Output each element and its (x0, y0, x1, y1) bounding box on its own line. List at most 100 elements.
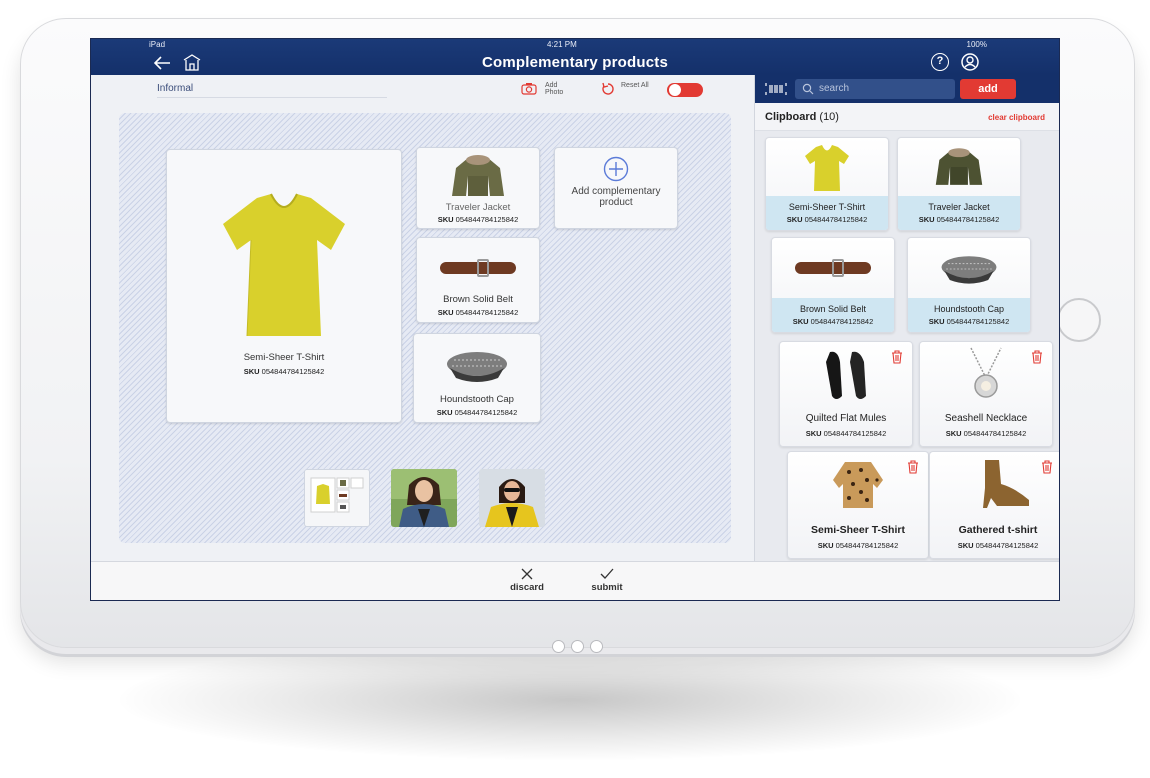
complementary-product-sku: SKU 054844784125842 (437, 308, 519, 317)
model-photo-yellow (479, 469, 545, 527)
clipboard-panel: search add Clipboard (10) clear clipboar… (754, 75, 1059, 561)
tshirt-image (805, 145, 849, 191)
complementary-product-card[interactable]: Traveler Jacket SKU 054844784125842 (416, 147, 540, 229)
clipboard-item-sku: SKU 054844784125842 (805, 429, 887, 438)
clipboard-item-name: Brown Solid Belt (799, 304, 867, 314)
necklace-image (970, 347, 1002, 398)
status-bar: iPad 4:21 PM 100% (91, 40, 1059, 50)
clipboard-item-sku: SKU 054844784125842 (918, 215, 1000, 224)
look-toolbar: Informal Add Photo Reset All (91, 75, 754, 105)
battery-level: 100% (966, 40, 987, 49)
clipboard-item[interactable]: Seashell Necklace SKU 054844784125842 (919, 341, 1053, 447)
clipboard-item-sku: SKU 054844784125842 (945, 429, 1027, 438)
search-icon (802, 83, 814, 95)
clipboard-item-sku: SKU 054844784125842 (957, 541, 1039, 550)
app-screen: iPad 4:21 PM 100% Complementary products… (90, 38, 1060, 601)
clipboard-item[interactable]: Gathered t-shirt SKU 054844784125842 (929, 451, 1059, 559)
clipboard-item-name: Gathered t-shirt (958, 524, 1038, 536)
complementary-product-sku: SKU 054844784125842 (436, 408, 518, 417)
belt-image (440, 259, 516, 277)
complementary-product-name: Houndstooth Cap (440, 394, 514, 405)
discard-button[interactable]: discard (497, 568, 557, 593)
stage: iPad 4:21 PM 100% Complementary products… (0, 0, 1150, 778)
main-product-card[interactable]: Semi-Sheer T-Shirt SKU 054844784125842 (166, 149, 402, 423)
add-complementary-product-button[interactable]: Add complementary product (554, 147, 678, 229)
reset-icon (602, 82, 614, 95)
complementary-product-name: Brown Solid Belt (443, 294, 513, 305)
ankle-boot-image (983, 460, 1030, 508)
cap-image (941, 256, 997, 284)
add-button[interactable]: add (960, 79, 1016, 99)
trash-icon[interactable] (891, 350, 903, 364)
action-bar: discard submit (91, 561, 1059, 600)
complementary-product-name: Traveler Jacket (445, 202, 511, 213)
device-shadow (120, 640, 1020, 760)
clear-clipboard-button[interactable]: clear clipboard (988, 113, 1045, 122)
barcode-scanner-icon[interactable] (765, 82, 787, 96)
add-complementary-label: Add complementary product (571, 186, 661, 208)
complementary-product-sku: SKU 054844784125842 (437, 215, 519, 224)
discard-label: discard (510, 582, 544, 593)
look-editor: Informal Add Photo Reset All Semi-Sheer … (91, 75, 754, 561)
trash-icon[interactable] (907, 460, 919, 474)
mules-image (826, 351, 866, 399)
page-title: Complementary products (481, 54, 669, 71)
leopard-top-image (833, 462, 883, 508)
camera-icon (521, 83, 537, 95)
clipboard-item[interactable]: Traveler Jacket SKU 054844784125842 (897, 137, 1021, 231)
jacket-image (935, 148, 983, 185)
look-photo-thumbnail[interactable] (479, 469, 545, 527)
clipboard-item-name: Semi-Sheer T-Shirt (811, 524, 905, 536)
complementary-product-card[interactable]: Houndstooth Cap SKU 054844784125842 (413, 333, 541, 423)
look-layout-thumbnail (310, 477, 364, 513)
reset-all-label: Reset All (621, 82, 649, 89)
tshirt-image (223, 193, 345, 337)
main-product-sku: SKU 054844784125842 (243, 367, 325, 376)
clipboard-item-sku: SKU 054844784125842 (792, 317, 874, 326)
look-thumbnail-selected[interactable] (304, 469, 370, 527)
main-product-name: Semi-Sheer T-Shirt (243, 352, 325, 363)
add-photo-label: Add Photo (545, 82, 564, 96)
look-visibility-toggle[interactable] (667, 83, 703, 97)
user-profile-icon[interactable] (961, 53, 979, 71)
submit-label: submit (591, 582, 623, 593)
trash-icon[interactable] (1041, 460, 1053, 474)
search-input[interactable]: search (795, 79, 955, 99)
plus-circle-icon (603, 156, 629, 182)
look-name-field[interactable]: Informal (157, 83, 387, 98)
look-canvas: Semi-Sheer T-Shirt SKU 054844784125842 T… (119, 113, 731, 543)
look-photo-thumbnail[interactable] (391, 469, 457, 527)
clipboard-item[interactable]: Semi-Sheer T-Shirt SKU 054844784125842 (787, 451, 929, 559)
help-icon[interactable]: ? (931, 53, 949, 71)
clipboard-item-sku: SKU 054844784125842 (786, 215, 868, 224)
trash-icon[interactable] (1031, 350, 1043, 364)
toggle-knob (669, 84, 681, 96)
clipboard-item-name: Houndstooth Cap (933, 304, 1005, 314)
clipboard-item[interactable]: Houndstooth Cap SKU 054844784125842 (907, 237, 1031, 333)
home-button[interactable] (1057, 298, 1101, 342)
connector-dots (552, 640, 603, 653)
clipboard-item-name: Quilted Flat Mules (805, 413, 887, 424)
top-bar: iPad 4:21 PM 100% Complementary products… (91, 39, 1059, 75)
submit-button[interactable]: submit (577, 568, 637, 593)
clipboard-item-sku: SKU 054844784125842 (928, 317, 1010, 326)
cap-image (447, 352, 507, 382)
complementary-product-card[interactable]: Brown Solid Belt SKU 054844784125842 (416, 237, 540, 323)
clipboard-item-name: Seashell Necklace (944, 413, 1028, 424)
clipboard-header: Clipboard (10) clear clipboard (755, 103, 1059, 131)
checkmark-icon (600, 568, 614, 579)
clipboard-title: Clipboard (10) (765, 111, 839, 123)
clipboard-item-name: Semi-Sheer T-Shirt (788, 202, 866, 212)
clipboard-item-name: Traveler Jacket (928, 202, 990, 212)
look-photo-strip (304, 469, 564, 527)
clipboard-item-sku: SKU 054844784125842 (817, 541, 899, 550)
jacket-image (452, 155, 504, 196)
clipboard-item[interactable]: Semi-Sheer T-Shirt SKU 054844784125842 (765, 137, 889, 231)
belt-image (795, 259, 871, 277)
status-time: 4:21 PM (547, 40, 577, 49)
model-photo-denim (391, 469, 457, 527)
close-icon (521, 568, 533, 580)
device-label: iPad (149, 40, 166, 49)
clipboard-item[interactable]: Brown Solid Belt SKU 054844784125842 (771, 237, 895, 333)
clipboard-item[interactable]: Quilted Flat Mules SKU 054844784125842 (779, 341, 913, 447)
